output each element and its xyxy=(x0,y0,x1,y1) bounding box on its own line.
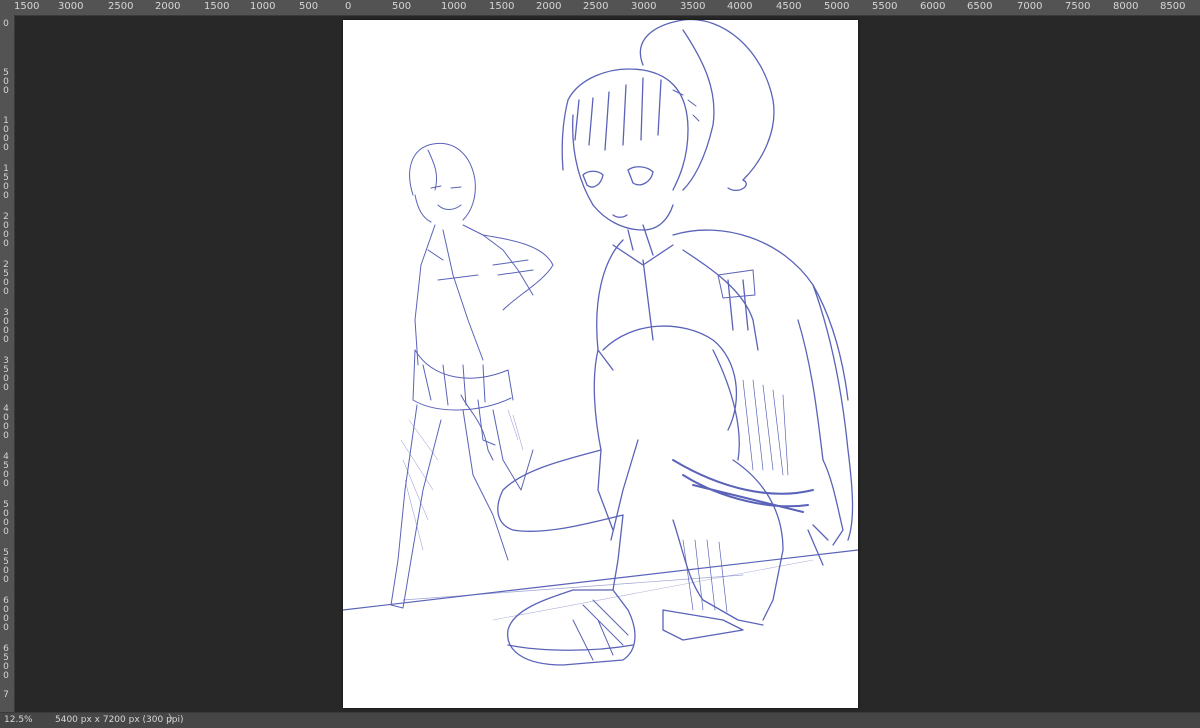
ruler-label: 500 xyxy=(299,1,319,12)
ruler-label: 2000 xyxy=(3,212,9,249)
status-menu-arrow-icon[interactable]: 〉 xyxy=(168,713,178,727)
ruler-label: 4000 xyxy=(3,404,9,441)
ruler-label: 4000 xyxy=(727,1,753,12)
ruler-label: 6500 xyxy=(967,1,993,12)
sketch-artwork xyxy=(343,20,858,666)
horizontal-ruler[interactable]: 1500 3000 2500 2000 1500 1000 500 0 500 1000 1500 2… xyxy=(0,0,1200,16)
ruler-label: 8000 xyxy=(1113,1,1139,12)
ruler-label: 3000 xyxy=(58,1,84,12)
ruler-label: 4500 xyxy=(776,1,802,12)
ruler-label: 500 xyxy=(392,1,412,12)
ruler-label: 3500 xyxy=(3,356,9,393)
ruler-label: 7 xyxy=(3,690,9,700)
ruler-label: 1500 xyxy=(489,1,515,12)
ruler-label: 5000 xyxy=(824,1,850,12)
document-info: 5400 px x 7200 px (300 ppi) xyxy=(55,715,184,725)
ruler-label: 5500 xyxy=(3,548,9,585)
ruler-label: 1000 xyxy=(441,1,467,12)
ruler-label: 1500 xyxy=(204,1,230,12)
ruler-label: 6000 xyxy=(920,1,946,12)
ruler-label: 6500 xyxy=(3,644,9,681)
ruler-label: 0 xyxy=(3,19,9,29)
ruler-label: 5000 xyxy=(3,500,9,537)
vertical-ruler[interactable]: 0 500 1000 1500 2000 2500 3000 3500 4000 4500 5000… xyxy=(0,15,15,712)
ruler-label: 6000 xyxy=(3,596,9,633)
ruler-label: 7000 xyxy=(1017,1,1043,12)
ruler-label: 1000 xyxy=(3,116,9,153)
ruler-label: 1000 xyxy=(250,1,276,12)
ruler-label: 3500 xyxy=(680,1,706,12)
ruler-label: 3000 xyxy=(631,1,657,12)
ruler-label: 3000 xyxy=(3,308,9,345)
ruler-label: 8500 xyxy=(1160,1,1186,12)
status-bar: 12.5% 5400 px x 7200 px (300 ppi) 〉 xyxy=(0,712,1200,728)
ruler-label: 2500 xyxy=(3,260,9,297)
document-canvas[interactable] xyxy=(343,20,858,708)
ruler-label: 500 xyxy=(3,68,9,96)
ruler-label: 1500 xyxy=(3,164,9,201)
ruler-label: 4500 xyxy=(3,452,9,489)
ruler-label: 2000 xyxy=(155,1,181,12)
ruler-label: 5500 xyxy=(872,1,898,12)
ruler-label: 2500 xyxy=(108,1,134,12)
ruler-label: 1500 xyxy=(14,1,40,12)
ruler-label: 0 xyxy=(345,1,352,12)
ruler-label: 2000 xyxy=(536,1,562,12)
ruler-label: 2500 xyxy=(583,1,609,12)
zoom-field[interactable]: 12.5% xyxy=(4,713,40,727)
ruler-label: 7500 xyxy=(1065,1,1091,12)
